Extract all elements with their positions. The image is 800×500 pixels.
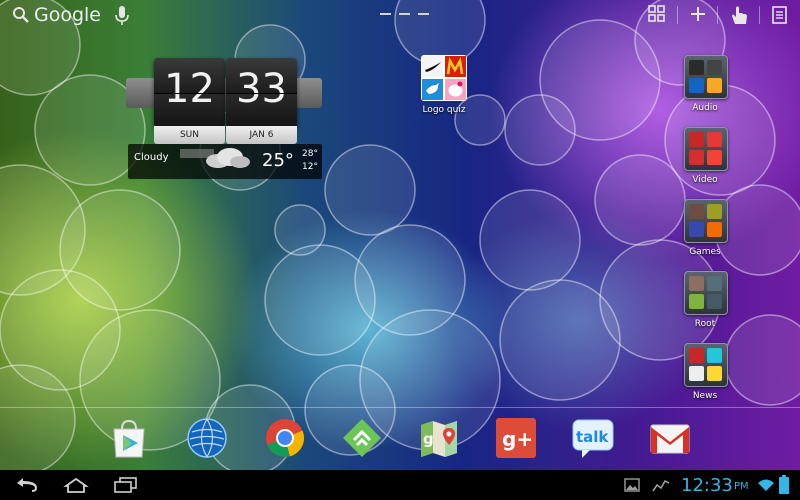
current-temperature: 25°: [262, 150, 294, 171]
battery-icon: [779, 475, 789, 494]
mic-icon[interactable]: [114, 5, 130, 27]
hour-flip: 12: [154, 58, 225, 128]
activity-icon: [652, 479, 670, 492]
folder-video-label: Video: [692, 175, 718, 185]
folder-games-label: Games: [689, 247, 721, 257]
gallery-icon: [624, 478, 640, 492]
status-ampm: PM: [734, 481, 749, 492]
top-bar: Google: [0, 0, 800, 30]
maps-icon[interactable]: g: [418, 417, 460, 459]
minute-flip: 33: [226, 58, 297, 128]
weather-panel[interactable]: Cloudy 25° 28° 12°: [128, 144, 322, 179]
menu-icon[interactable]: [770, 4, 790, 26]
talk-icon[interactable]: talk: [572, 417, 614, 459]
cloud-icon: [206, 148, 250, 168]
feedly-icon[interactable]: [341, 417, 383, 459]
globe-icon[interactable]: [186, 417, 228, 459]
flip-divider: [226, 93, 297, 94]
add-icon[interactable]: [688, 4, 708, 24]
svg-text:g: g: [423, 430, 434, 448]
google-plus-glyph: g+: [502, 427, 533, 451]
day-label: SUN: [154, 126, 225, 144]
high-temperature: 28°: [302, 149, 318, 159]
toolbar-divider: [677, 6, 678, 24]
navigation-bar: [0, 470, 800, 500]
wifi-icon: [758, 479, 774, 491]
talk-glyph: talk: [576, 428, 609, 446]
chrome-icon[interactable]: [264, 417, 306, 459]
clock-weather-widget[interactable]: 12 33 SUN JAN 6 Cloudy 25° 28° 12°: [126, 56, 322, 179]
folder-news[interactable]: [684, 343, 728, 387]
logo-quiz-label: Logo quiz: [422, 105, 466, 115]
page-dot: [380, 13, 391, 15]
back-icon[interactable]: [15, 477, 41, 493]
dock-divider: [0, 407, 800, 408]
folder-games[interactable]: [684, 199, 728, 243]
search-icon: [13, 7, 29, 23]
status-clock: 12:33: [681, 475, 733, 496]
hour-digits: 12: [164, 66, 215, 112]
date-label: JAN 6: [226, 126, 297, 144]
folder-news-label: News: [692, 391, 718, 401]
google-search-bar[interactable]: Google: [12, 2, 101, 28]
gmail-icon[interactable]: [649, 417, 691, 459]
flip-divider: [154, 93, 225, 94]
home-icon[interactable]: [63, 477, 89, 493]
logo-quiz-icon[interactable]: [421, 55, 467, 101]
folder-root[interactable]: [684, 271, 728, 315]
minute-digits: 33: [236, 66, 287, 112]
folder-audio[interactable]: [684, 55, 728, 99]
play-store-icon[interactable]: [108, 417, 150, 459]
page-dot: [399, 13, 410, 15]
weather-condition: Cloudy: [134, 152, 169, 163]
low-temperature: 12°: [302, 162, 318, 172]
page-indicator: [380, 13, 429, 15]
page-dot: [418, 13, 429, 15]
folder-video[interactable]: [684, 127, 728, 171]
folder-audio-label: Audio: [692, 103, 718, 113]
toolbar-divider: [717, 6, 718, 24]
hand-icon[interactable]: [728, 4, 750, 26]
all-apps-icon[interactable]: [647, 4, 667, 24]
folder-root-label: Root: [694, 319, 716, 329]
google-search-label: Google: [34, 4, 102, 26]
google-plus-icon[interactable]: g+: [495, 417, 537, 459]
toolbar-divider: [759, 6, 760, 24]
recent-apps-icon[interactable]: [112, 477, 138, 493]
